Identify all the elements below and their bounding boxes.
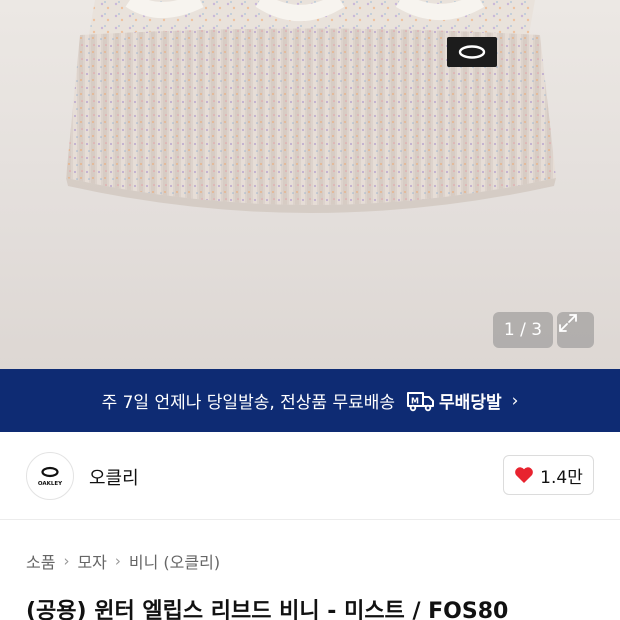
breadcrumb-item[interactable]: 소품 <box>26 549 55 573</box>
expand-button[interactable] <box>557 312 594 348</box>
shipping-banner-text: 주 7일 언제나 당일발송, 전상품 무료배송 <box>101 393 396 413</box>
oakley-logo-icon: OAKLEY <box>38 466 63 487</box>
heart-icon <box>515 467 534 483</box>
expand-icon <box>559 314 577 332</box>
svg-text:M: M <box>411 396 419 405</box>
delivery-truck-icon: M <box>407 391 435 411</box>
chevron-right-icon: › <box>511 390 519 411</box>
free-shipping-label: 무배당발 <box>439 393 502 413</box>
breadcrumb-item[interactable]: 모자 <box>77 549 106 573</box>
breadcrumb: 소품 › 모자 › 비니 (오클리) <box>26 549 220 573</box>
product-title: (공용) 윈터 엘립스 리브드 비니 - 미스트 / FOS80 <box>26 599 509 620</box>
brand-logo[interactable]: OAKLEY <box>26 452 74 500</box>
image-counter: 1 / 3 <box>493 312 553 348</box>
breadcrumb-item[interactable]: 비니 (오클리) <box>129 549 220 573</box>
chevron-right-icon: › <box>63 552 70 570</box>
brand-name[interactable]: 오클리 <box>89 464 139 490</box>
like-button[interactable]: 1.4만 <box>503 455 594 495</box>
like-count: 1.4만 <box>540 467 583 488</box>
logo-text: OAKLEY <box>38 481 63 487</box>
brand-row: OAKLEY 오클리 1.4만 <box>0 432 620 520</box>
product-image[interactable]: 1 / 3 <box>0 0 620 369</box>
chevron-right-icon: › <box>114 552 121 570</box>
shipping-banner[interactable]: 주 7일 언제나 당일발송, 전상품 무료배송 M 무배당발 › <box>0 369 620 432</box>
